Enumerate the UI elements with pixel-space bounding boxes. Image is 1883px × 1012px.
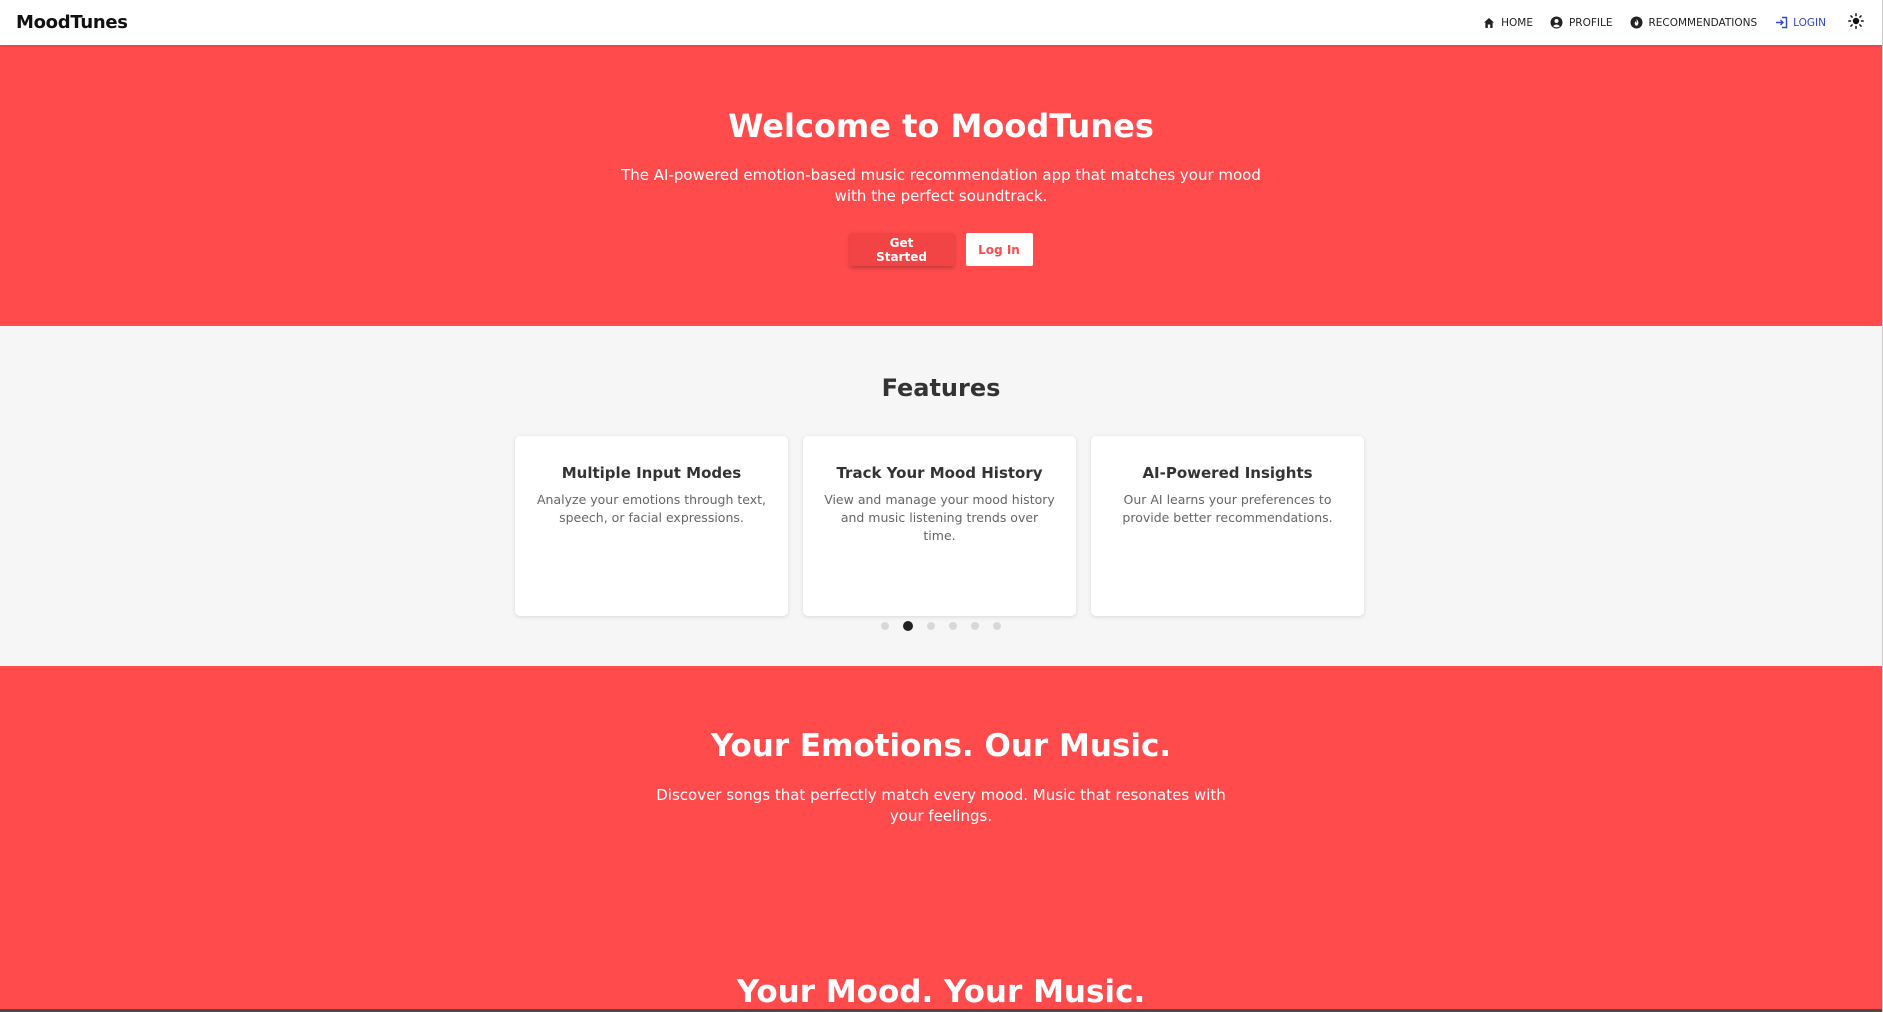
carousel-dot[interactable] [881, 622, 889, 630]
nav-home-label: HOME [1501, 16, 1533, 29]
hero-buttons: Get Started Log In [0, 233, 1882, 266]
home-icon [1482, 16, 1496, 30]
nav-recommendations[interactable]: RECOMMENDATIONS [1629, 16, 1757, 30]
features-title: Features [881, 374, 1001, 402]
theme-toggle-button[interactable] [1846, 12, 1866, 33]
carousel-dot[interactable] [949, 622, 957, 630]
carousel-dot[interactable] [927, 622, 935, 630]
feature-card-description: View and manage your mood history and mu… [824, 492, 1055, 543]
feature-card-title: Track Your Mood History [836, 464, 1043, 482]
features-carousel: Multiple Input Modes Analyze your emotio… [515, 436, 1364, 616]
carousel-dot[interactable] [993, 622, 1001, 630]
feature-card-description: Analyze your emotions through text, spee… [537, 492, 766, 525]
nav-login-label: LOGIN [1793, 16, 1826, 29]
sun-icon [1848, 12, 1864, 33]
nav-profile[interactable]: PROFILE [1550, 16, 1613, 30]
emotions-section: Your Emotions. Our Music. Discover songs… [0, 666, 1882, 1009]
get-started-button[interactable]: Get Started [849, 233, 954, 266]
nav-recommendations-label: RECOMMENDATIONS [1648, 16, 1758, 29]
navbar: MoodTunes HOME PROFILE RECOMMENDATIONS L… [0, 0, 1882, 45]
brand-logo[interactable]: MoodTunes [16, 12, 128, 33]
feature-card: Multiple Input Modes Analyze your emotio… [515, 436, 788, 616]
user-circle-icon [1550, 16, 1564, 30]
emotions-description: Discover songs that perfectly match ever… [656, 786, 1226, 825]
mood-title: Your Mood. Your Music. [736, 974, 1146, 1009]
nav-login[interactable]: LOGIN [1774, 16, 1826, 30]
log-in-button[interactable]: Log In [965, 233, 1033, 266]
features-section: Features Multiple Input Modes Analyze yo… [0, 326, 1882, 666]
hero-section: Welcome to MoodTunes The AI-powered emot… [0, 45, 1882, 326]
app-viewport: MoodTunes HOME PROFILE RECOMMENDATIONS L… [0, 0, 1882, 1009]
feature-card-title: AI-Powered Insights [1142, 464, 1313, 482]
nav-menu: HOME PROFILE RECOMMENDATIONS LOGIN [1465, 12, 1866, 33]
login-icon [1774, 16, 1788, 30]
feature-card: Track Your Mood History View and manage … [803, 436, 1076, 616]
carousel-dot[interactable] [971, 622, 979, 630]
emotions-title: Your Emotions. Our Music. [710, 728, 1172, 764]
carousel-dot[interactable] [903, 621, 913, 631]
fire-icon [1629, 16, 1643, 30]
feature-card-description: Our AI learns your preferences to provid… [1122, 492, 1333, 525]
feature-card: AI-Powered Insights Our AI learns your p… [1091, 436, 1364, 616]
hero-description: The AI-powered emotion-based music recom… [621, 166, 1261, 205]
nav-home[interactable]: HOME [1482, 16, 1533, 30]
carousel-dots [0, 621, 1882, 631]
hero-title: Welcome to MoodTunes [728, 107, 1154, 145]
feature-card-title: Multiple Input Modes [561, 464, 742, 482]
nav-profile-label: PROFILE [1568, 16, 1613, 29]
